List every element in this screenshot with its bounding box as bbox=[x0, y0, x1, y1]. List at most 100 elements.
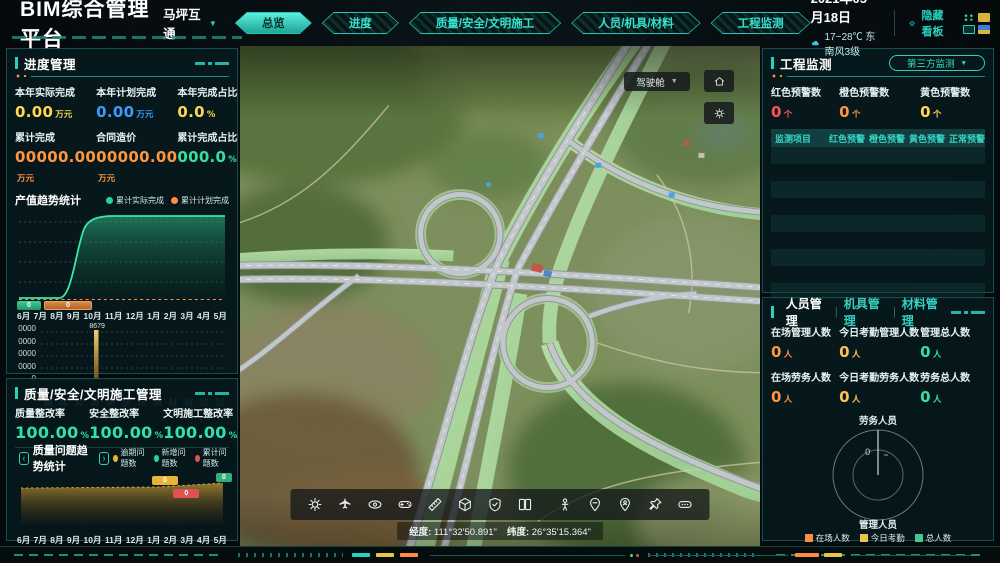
next-arrow-button[interactable]: › bbox=[99, 452, 109, 465]
stat-value: 0 bbox=[920, 103, 931, 121]
month-label: 10月 bbox=[84, 534, 102, 546]
controller-icon[interactable] bbox=[397, 496, 414, 513]
plane-icon[interactable] bbox=[337, 496, 354, 513]
month-label: 2月 bbox=[164, 310, 177, 322]
month-label: 11月 bbox=[105, 534, 123, 546]
table-row bbox=[771, 164, 985, 181]
stat-value: 0 bbox=[771, 343, 782, 361]
split-view-icon[interactable] bbox=[517, 496, 534, 513]
eye-icon[interactable] bbox=[367, 496, 384, 513]
stat-item: 在场劳务人数 0人 bbox=[771, 366, 839, 411]
pin-minus-icon[interactable] bbox=[587, 496, 604, 513]
personnel-stats: 在场管理人数 0人 今日考勤管理人数 0人 管理总人数 0人 在场劳务人数 0人… bbox=[771, 321, 985, 411]
home-button[interactable] bbox=[704, 70, 734, 92]
ruler-icon[interactable] bbox=[427, 496, 444, 513]
radar-axis-bottom: 管理人员 bbox=[771, 517, 985, 531]
pushpin-icon[interactable] bbox=[647, 496, 664, 513]
latitude-value: 26°35'15.364" bbox=[532, 527, 591, 538]
legend-item[interactable]: 总人数 bbox=[915, 532, 952, 544]
footer-decoration bbox=[0, 546, 1000, 563]
quick-icons bbox=[963, 13, 990, 34]
personnel-panel: 人员管理 | 机具管理 | 材料管理 在场管理人数 0人 今日考勤管理人数 0人… bbox=[762, 297, 994, 541]
gear-icon[interactable] bbox=[307, 496, 324, 513]
radar-tick: 0 bbox=[865, 447, 870, 457]
stat-item: 累计完成 00000.00万元 bbox=[15, 126, 96, 190]
stat-value: 0 bbox=[771, 388, 782, 406]
shield-icon[interactable] bbox=[487, 496, 504, 513]
stat-value: 0 bbox=[839, 388, 850, 406]
nav-tab[interactable]: 工程监测 bbox=[711, 12, 811, 34]
column-header: 黄色预警 bbox=[905, 132, 945, 145]
progress-stats: 本年实际完成 0.00万元 本年计划完成 0.00万元 本年完成占比 0.0% … bbox=[15, 81, 229, 190]
month-label: 4月 bbox=[197, 534, 210, 546]
stat-item: 在场管理人数 0人 bbox=[771, 321, 839, 366]
date-weather: 2021年05月18日 17~28℃ 东南风3级 bbox=[811, 0, 880, 58]
legend-item[interactable]: 累计实际完成 bbox=[106, 195, 164, 206]
legend-item[interactable]: 累计计划完成 bbox=[171, 195, 229, 206]
pin-person-icon[interactable] bbox=[617, 496, 634, 513]
table-row bbox=[771, 249, 985, 266]
flag-icon[interactable] bbox=[978, 25, 990, 34]
prev-arrow-button[interactable]: ‹ bbox=[19, 452, 29, 465]
table-row bbox=[771, 181, 985, 198]
legend-item[interactable]: 在场人数 bbox=[805, 532, 850, 544]
month-label: 5月 bbox=[214, 534, 227, 546]
month-label: 12月 bbox=[126, 534, 144, 546]
stat-item: 今日考勤劳务人数 0人 bbox=[839, 366, 920, 411]
stat-item: 红色预警数 0个 bbox=[771, 81, 839, 126]
home-icon bbox=[713, 75, 726, 88]
cloud-icon bbox=[811, 38, 820, 48]
actual-handle[interactable]: 0 bbox=[17, 301, 41, 310]
chevron-down-icon: ▼ bbox=[671, 78, 678, 85]
stat-item: 橙色预警数 0个 bbox=[839, 81, 920, 126]
view-mode-selector[interactable]: 驾驶舱 ▼ bbox=[624, 72, 690, 91]
radar-axis-top: 劳务人员 bbox=[771, 413, 985, 427]
board-icon[interactable] bbox=[978, 13, 990, 22]
gear-icon bbox=[908, 17, 916, 30]
section-bar bbox=[771, 57, 774, 69]
legend-item[interactable]: 今日考勤 bbox=[860, 532, 905, 544]
table-row bbox=[771, 198, 985, 215]
coordinates-readout: 经度: 111°32'50.891" 纬度: 26°35'15.364" bbox=[397, 522, 603, 540]
new-label: 0 bbox=[216, 473, 232, 482]
section-title: 质量/安全/文明施工管理 bbox=[24, 384, 162, 403]
body-scan-icon[interactable] bbox=[557, 496, 574, 513]
alert-stats: 红色预警数 0个 橙色预警数 0个 黄色预警数 0个 bbox=[771, 81, 985, 126]
hide-board-button[interactable]: 隐藏看板 bbox=[908, 7, 949, 39]
date-text: 2021年05月18日 bbox=[811, 0, 880, 26]
nav-tab[interactable]: 进度 bbox=[322, 12, 399, 34]
stat-value: 0.00 bbox=[96, 103, 134, 121]
weather-text: 17~28℃ 东南风3级 bbox=[825, 28, 880, 58]
month-label: 6月 bbox=[17, 534, 30, 546]
stat-item: 本年完成占比 0.0% bbox=[177, 81, 237, 126]
stat-value: 100.00 bbox=[89, 423, 153, 442]
column-header: 监测项目 bbox=[771, 132, 825, 145]
nav-tab[interactable]: 质量/安全/文明施工 bbox=[409, 12, 561, 34]
stat-value: 0.0 bbox=[177, 103, 204, 121]
stat-value: 0 bbox=[839, 343, 850, 361]
progress-panel: 进度管理 本年实际完成 0.00万元 本年计划完成 0.00万元 本年完成占比 … bbox=[6, 48, 238, 374]
stat-item: 管理总人数 0人 bbox=[920, 321, 985, 366]
title-decoration bbox=[12, 36, 242, 39]
more-icon[interactable] bbox=[677, 496, 694, 513]
table-row bbox=[771, 232, 985, 249]
panel-icon[interactable] bbox=[963, 25, 975, 34]
column-header: 红色预警 bbox=[825, 132, 865, 145]
nav-tab[interactable]: 总览 bbox=[235, 12, 312, 34]
chevron-down-icon[interactable]: ▼ bbox=[209, 19, 217, 28]
month-label: 9月 bbox=[67, 310, 80, 322]
table-row bbox=[771, 147, 985, 164]
stat-item: 本年计划完成 0.00万元 bbox=[96, 81, 177, 126]
cube-icon[interactable] bbox=[457, 496, 474, 513]
quality-trend-chart: 0 0 0 6月7月8月9月10月11月12月1月2月3月4月5月 bbox=[15, 466, 229, 546]
month-label: 3月 bbox=[180, 534, 193, 546]
nav-tab[interactable]: 人员/机具/材料 bbox=[571, 12, 700, 34]
month-label: 1月 bbox=[147, 534, 160, 546]
stat-value: 0 bbox=[920, 343, 931, 361]
stat-value: 0.00 bbox=[15, 103, 53, 121]
map-settings-button[interactable] bbox=[704, 102, 734, 124]
plan-handle[interactable]: 0 bbox=[44, 301, 92, 310]
map-3d-view[interactable]: 驾驶舱 ▼ 经度: 111°32'50.891" 纬度: 26°35'15.36… bbox=[240, 46, 760, 546]
apps-icon[interactable] bbox=[963, 13, 975, 22]
section-bar bbox=[15, 387, 18, 399]
